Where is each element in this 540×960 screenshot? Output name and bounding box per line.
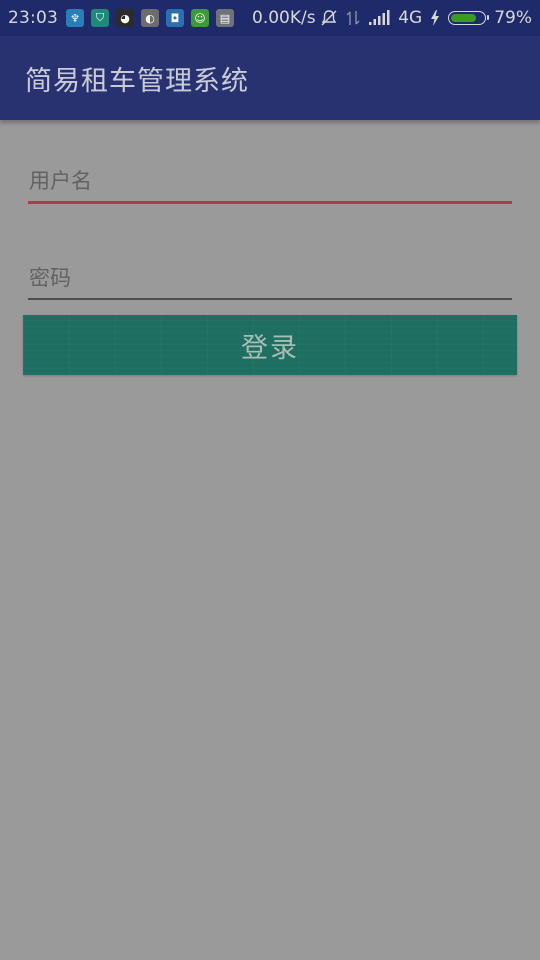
battery-percent: 79%	[494, 8, 532, 28]
cleanup-app-icon: ◘	[166, 9, 184, 27]
app-title: 简易租车管理系统	[25, 65, 249, 97]
network-type: 4G	[398, 8, 423, 28]
cat-avatar-app-icon: ◐	[141, 9, 159, 27]
login-button-label: 登录	[241, 332, 299, 364]
signal-bars-icon	[369, 10, 390, 25]
shield-app-icon: ⛉	[91, 9, 109, 27]
message-app-icon: ▤	[216, 9, 234, 27]
mute-bell-icon	[321, 10, 337, 26]
login-button[interactable]: 登录	[23, 315, 517, 375]
android-app-icon: ☺	[191, 9, 209, 27]
battery-icon	[448, 11, 490, 25]
password-input[interactable]	[28, 258, 512, 298]
status-time: 23:03	[8, 8, 58, 28]
username-field[interactable]	[28, 161, 512, 204]
password-field[interactable]	[28, 258, 512, 300]
username-underline	[28, 201, 512, 204]
usb-icon: ♆	[66, 9, 84, 27]
network-speed: 0.00K/s	[252, 8, 316, 28]
qq-penguin-icon: ◕	[116, 9, 134, 27]
password-underline	[28, 298, 512, 300]
status-right-group: 4G 79%	[320, 8, 532, 28]
status-bar: 23:03 ♆ ⛉ ◕ ◐ ◘ ☺ ▤ 0.00K/s 4G 79%	[0, 0, 540, 36]
login-screen: 23:03 ♆ ⛉ ◕ ◐ ◘ ☺ ▤ 0.00K/s 4G 79% 简易租车管…	[0, 0, 540, 960]
username-input[interactable]	[28, 161, 512, 201]
data-transfer-icon	[346, 11, 360, 25]
app-bar: 简易租车管理系统	[0, 36, 540, 120]
charging-bolt-icon	[431, 10, 440, 26]
battery-level-fill	[451, 14, 477, 22]
notification-icons: ♆ ⛉ ◕ ◐ ◘ ☺ ▤	[66, 9, 234, 27]
